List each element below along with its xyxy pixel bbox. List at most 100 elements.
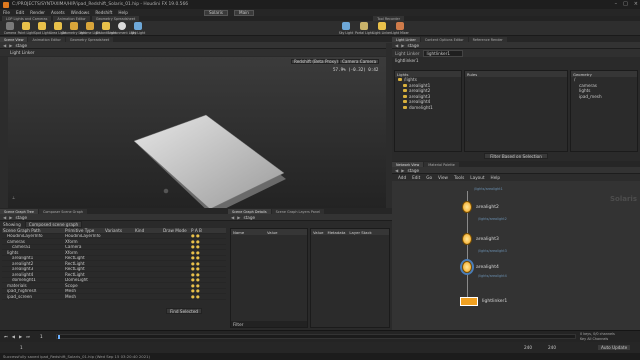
geometry-panel: Geometry / cameras lights ipad_mesh — [570, 70, 638, 152]
main-select[interactable]: Main — [233, 9, 254, 16]
tab-animation-editor[interactable]: Animation Editor — [28, 37, 65, 42]
geometry-light-icon — [70, 22, 78, 30]
tab-network-view[interactable]: Network View — [392, 162, 424, 167]
network-menu-layout[interactable]: Layout — [470, 175, 484, 180]
network-menu-help[interactable]: Help — [491, 175, 501, 180]
back-arrow-icon[interactable]: ◀ — [231, 215, 234, 220]
tab-scene-graph-tree[interactable]: Scene Graph Tree — [0, 209, 38, 214]
tab-geometry-spreadsheet[interactable]: Geometry Spreadsheet — [65, 37, 114, 42]
menu-file[interactable]: File — [3, 10, 10, 15]
minimize-icon[interactable]: – — [615, 1, 618, 7]
auto-update-button[interactable]: Auto Update — [598, 345, 631, 350]
viewport-3d[interactable]: Redshift (Beta Proxy) Camera Camera 57.9… — [8, 57, 386, 215]
visibility-toggle[interactable]: ● ● — [190, 294, 226, 300]
menu-help[interactable]: Help — [118, 10, 128, 15]
forward-arrow-icon[interactable]: ▶ — [9, 215, 12, 220]
light-linker-path[interactable]: stage — [407, 43, 419, 48]
light-item[interactable]: domelight1 — [395, 105, 461, 111]
desktop-select[interactable]: Solaris — [203, 9, 228, 16]
filter-field[interactable]: Filter — [231, 321, 307, 327]
title-bar: C:/PROJECTS/SYNTAXIMA/HIP/ipad_Redshift_… — [0, 0, 640, 9]
tab-content-options[interactable]: Content Options Editor — [420, 37, 468, 42]
range-start[interactable]: 1 — [20, 345, 23, 350]
menu-assets[interactable]: Assets — [51, 10, 65, 15]
light-linker-node-field[interactable]: lightlinker1 — [422, 49, 463, 57]
layer-stack-tab[interactable]: Layer Stack — [349, 230, 371, 235]
jump-end-icon[interactable]: ⏭ — [26, 334, 30, 339]
timeline-scrubber[interactable] — [56, 334, 576, 339]
light-linker-node-name: lightlinker1 — [395, 57, 419, 63]
viewport-path[interactable]: stage — [15, 43, 27, 48]
tab-scene-graph-details[interactable]: Scene Graph Details — [228, 209, 271, 214]
range-end[interactable]: 240 — [524, 345, 532, 350]
environment-light-tool[interactable]: Environment Light — [107, 22, 137, 35]
camera-dropdown[interactable]: Camera Camera — [339, 59, 380, 64]
details-name-panel: Name Value Filter — [230, 228, 308, 328]
network-path[interactable]: stage — [407, 168, 419, 173]
find-selected-button[interactable]: Find Selected — [166, 308, 203, 314]
back-arrow-icon[interactable]: ◀ — [395, 43, 398, 48]
table-row-path[interactable]: ipad_screen — [2, 294, 64, 300]
details-path-bar: ◀ ▶ stage — [228, 214, 392, 221]
node-arealight4[interactable]: arealight4 — [462, 261, 499, 273]
tab-light-linker[interactable]: Light Linker — [392, 37, 420, 42]
menu-windows[interactable]: Windows — [71, 10, 90, 15]
back-arrow-icon[interactable]: ◀ — [3, 215, 6, 220]
current-frame-marker[interactable] — [58, 335, 60, 339]
network-menu-tools[interactable]: Tools — [454, 175, 464, 180]
tab-material-palette[interactable]: Material Palette — [424, 162, 459, 167]
forward-arrow-icon[interactable]: ▶ — [9, 43, 12, 48]
sky-light-tool-right[interactable]: Sky Light — [338, 22, 354, 35]
maximize-icon[interactable]: □ — [623, 1, 628, 7]
close-icon[interactable]: × — [634, 1, 638, 7]
key-all-channels[interactable]: Key All Channels — [580, 337, 608, 341]
camera-tool[interactable]: Camera — [2, 22, 18, 35]
showing-dropdown[interactable]: Composed scene graph — [24, 221, 83, 228]
sky-light-tool[interactable]: Sky Light — [130, 22, 146, 35]
tab-layers-panel[interactable]: Scene Graph Layers Panel — [271, 209, 324, 214]
step-back-icon[interactable]: ◀ — [12, 334, 15, 339]
forward-arrow-icon[interactable]: ▶ — [237, 215, 240, 220]
jump-start-icon[interactable]: ⏮ — [4, 334, 8, 339]
scene-graph-path[interactable]: stage — [15, 215, 27, 220]
menu-render[interactable]: Render — [30, 10, 45, 15]
tab-scene-view[interactable]: Scene View — [0, 37, 28, 42]
houdini-logo-icon — [3, 1, 9, 8]
light-linker-tool[interactable]: Light Linker — [373, 22, 391, 35]
play-icon[interactable]: ▶ — [19, 334, 22, 339]
network-menu-edit[interactable]: Edit — [412, 175, 420, 180]
details-path[interactable]: stage — [243, 215, 255, 220]
tab-composer-scene-graph[interactable]: Composer Scene Graph — [38, 209, 88, 214]
back-arrow-icon[interactable]: ◀ — [3, 43, 6, 48]
network-path-bar: ◀ ▶ stage — [392, 167, 640, 174]
node-lightlinker1[interactable]: lightlinker1 — [460, 297, 507, 306]
keys-info: 0 keys, 0/0 channels — [580, 332, 615, 336]
node-path-arealight1: /lights/arealight1 — [474, 187, 503, 191]
light-linker-node-bar: Light Linker lightlinker1 — [392, 49, 640, 57]
network-menu-go[interactable]: Go — [426, 175, 432, 180]
node-arealight2[interactable]: arealight2 — [462, 201, 499, 213]
renderer-dropdown[interactable]: Redshift (Beta Proxy) — [291, 59, 342, 64]
geometry-item[interactable]: ipad_mesh — [571, 94, 637, 100]
metadata-tab[interactable]: Metadata — [327, 230, 345, 235]
viewport-title: Light Linker — [10, 50, 35, 55]
forward-arrow-icon[interactable]: ▶ — [401, 43, 404, 48]
tab-reference-render[interactable]: Reference Render — [468, 37, 507, 42]
back-arrow-icon[interactable]: ◀ — [395, 168, 398, 173]
range-end-2[interactable]: 240 — [548, 345, 556, 350]
network-menu-add[interactable]: Add — [398, 175, 406, 180]
area-light-icon — [54, 22, 62, 30]
point-light-tool[interactable]: Point Light — [18, 22, 34, 35]
forward-arrow-icon[interactable]: ▶ — [401, 168, 404, 173]
menu-redshift[interactable]: Redshift — [95, 10, 112, 15]
spot-light-tool[interactable]: Spot Light — [34, 22, 50, 35]
network-menu-view[interactable]: View — [438, 175, 448, 180]
light-mixer-tool[interactable]: Light Mixer — [391, 22, 409, 35]
filter-selection-button[interactable]: Filter Based on Selection — [484, 153, 548, 159]
menu-edit[interactable]: Edit — [16, 10, 24, 15]
portal-light-tool[interactable]: Portal Light — [355, 22, 373, 35]
light-bulb-icon — [462, 233, 472, 245]
current-frame[interactable]: 1 — [40, 334, 43, 339]
value-tab[interactable]: Value — [313, 230, 323, 235]
node-arealight3[interactable]: arealight3 — [462, 233, 499, 245]
